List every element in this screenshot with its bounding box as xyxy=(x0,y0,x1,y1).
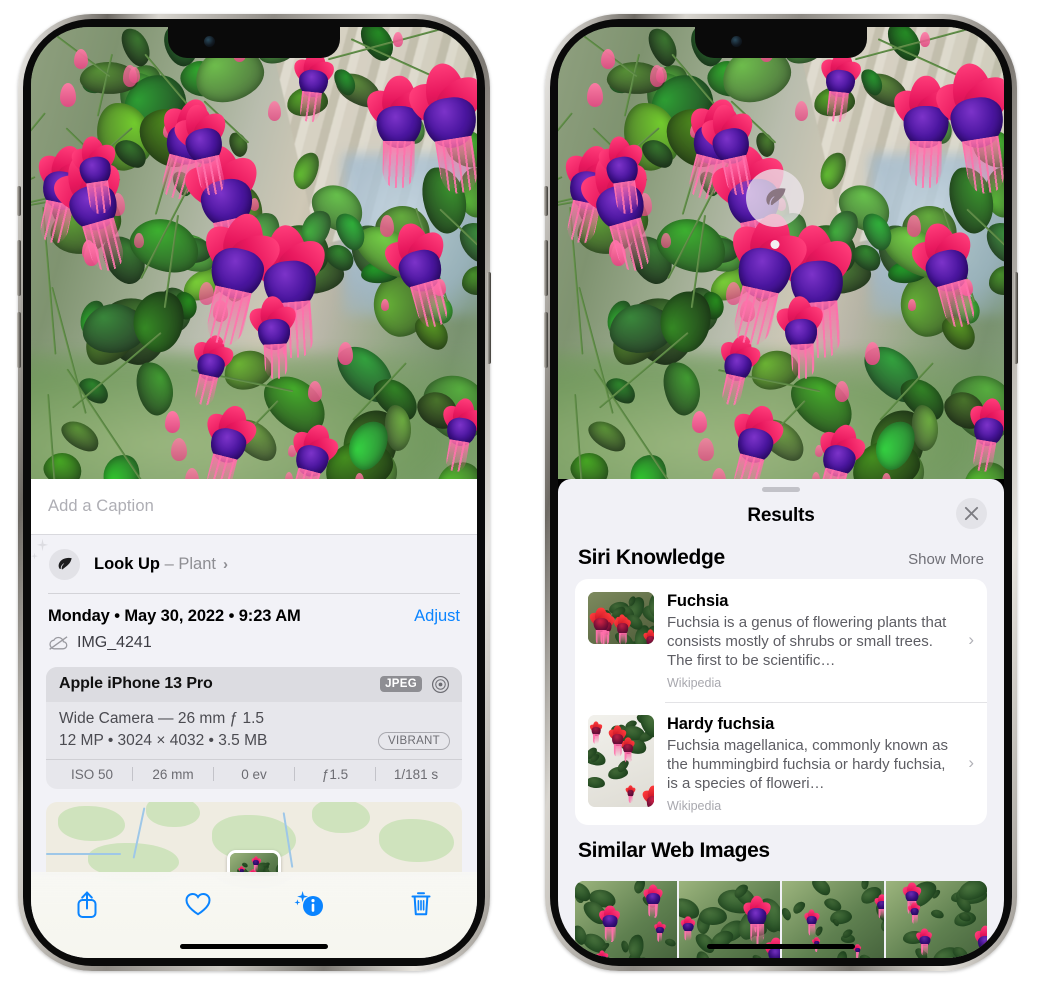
photo-viewer[interactable] xyxy=(558,27,1004,479)
photo-metadata: Monday • May 30, 2022 • 9:23 AM IMG_4241… xyxy=(31,594,477,656)
delete-button[interactable] xyxy=(394,884,448,924)
look-up-label: Look Up xyxy=(94,554,160,573)
front-camera xyxy=(204,36,215,47)
style-badge: VIBRANT xyxy=(378,731,450,750)
look-up-row[interactable]: Look Up – Plant › xyxy=(31,535,477,593)
results-sheet: Results Siri Knowledge Show More Fuchsia… xyxy=(558,479,1004,958)
notch xyxy=(168,27,340,58)
power-button[interactable] xyxy=(487,272,491,364)
left-screen: Add a Caption Look Up – Plant › Monday •… xyxy=(31,27,477,958)
results-title: Results xyxy=(747,505,815,526)
exif-stats-row: ISO 50 26 mm 0 ev ƒ1.5 1/181 s xyxy=(46,758,462,789)
photo-info-sheet: Add a Caption Look Up – Plant › Monday •… xyxy=(31,479,477,958)
bottom-toolbar xyxy=(31,872,477,958)
similar-images-header: Similar Web Images xyxy=(558,825,1004,872)
exif-stat-ev: 0 ev xyxy=(241,766,267,782)
right-screen: Results Siri Knowledge Show More Fuchsia… xyxy=(558,27,1004,958)
lens-line: Wide Camera — 26 mm ƒ 1.5 xyxy=(59,709,265,727)
exif-header: Apple iPhone 13 Pro JPEG xyxy=(46,666,462,702)
show-more-button[interactable]: Show More xyxy=(908,551,984,568)
notch xyxy=(695,27,867,58)
look-up-label-group: Look Up – Plant xyxy=(94,555,216,574)
caption-input[interactable]: Add a Caption xyxy=(48,497,154,516)
info-button[interactable] xyxy=(283,884,337,924)
look-up-dash: – xyxy=(164,554,174,573)
volume-up-button[interactable] xyxy=(17,240,21,296)
results-header: Results xyxy=(558,492,1004,540)
result-title: Hardy fuchsia xyxy=(667,715,775,734)
chevron-right-icon: › xyxy=(968,630,974,650)
badge-anchor-dot xyxy=(770,240,780,249)
similar-image-4[interactable] xyxy=(885,880,987,958)
close-button[interactable] xyxy=(956,498,987,529)
date-line: Monday • May 30, 2022 • 9:23 AM xyxy=(48,606,301,625)
siri-knowledge-header: Siri Knowledge Show More xyxy=(558,540,1004,579)
leaf-icon xyxy=(58,557,72,569)
silent-switch[interactable] xyxy=(544,186,548,216)
filename: IMG_4241 xyxy=(77,633,152,651)
share-button[interactable] xyxy=(60,884,114,924)
section-title: Similar Web Images xyxy=(578,838,770,862)
adjust-button[interactable]: Adjust xyxy=(414,607,460,626)
screenshot-root: Add a Caption Look Up – Plant › Monday •… xyxy=(0,0,1055,985)
heart-icon xyxy=(185,892,211,916)
result-thumbnail xyxy=(588,592,654,644)
format-badge: JPEG xyxy=(380,676,422,692)
look-up-subject: Plant xyxy=(178,554,216,573)
volume-up-button[interactable] xyxy=(544,240,548,296)
result-source: Wikipedia xyxy=(667,798,722,813)
sparkles-icon xyxy=(36,538,49,551)
photo-viewer[interactable] xyxy=(31,27,477,479)
knowledge-item[interactable]: Hardy fuchsia Fuchsia magellanica, commo… xyxy=(575,702,987,825)
chevron-right-icon: › xyxy=(222,555,228,573)
similar-image-1[interactable] xyxy=(575,880,677,958)
siri-knowledge-card: Fuchsia Fuchsia is a genus of flowering … xyxy=(575,579,987,825)
camera-model: Apple iPhone 13 Pro xyxy=(59,675,213,692)
sparkle-small-icon xyxy=(31,552,38,559)
power-button[interactable] xyxy=(1014,272,1018,364)
visual-lookup-badge[interactable] xyxy=(746,169,804,249)
share-icon xyxy=(77,891,97,918)
icloud-slash-icon xyxy=(49,635,68,650)
aperture-icon xyxy=(431,675,450,693)
exif-body: Wide Camera — 26 mm ƒ 1.5 12 MP • 3024 ×… xyxy=(46,702,462,759)
silent-switch[interactable] xyxy=(17,186,21,216)
home-indicator[interactable] xyxy=(180,944,328,949)
front-camera xyxy=(731,36,742,47)
exif-stat-aperture: ƒ1.5 xyxy=(321,766,349,782)
result-description: Fuchsia magellanica, commonly known as t… xyxy=(667,737,948,793)
result-source: Wikipedia xyxy=(667,675,722,690)
result-title: Fuchsia xyxy=(667,592,729,610)
info-sparkle-icon xyxy=(294,891,323,916)
chevron-right-icon: › xyxy=(968,753,974,773)
filename-row: IMG_4241 xyxy=(48,634,414,652)
favorite-button[interactable] xyxy=(171,884,225,924)
location-map[interactable] xyxy=(46,801,462,876)
knowledge-item[interactable]: Fuchsia Fuchsia is a genus of flowering … xyxy=(575,579,987,702)
result-description: Fuchsia is a genus of flowering plants t… xyxy=(667,614,947,670)
leaf-icon-container xyxy=(31,538,80,580)
section-title: Siri Knowledge xyxy=(578,546,725,569)
volume-down-button[interactable] xyxy=(17,312,21,368)
exif-stat-focal: 26 mm xyxy=(152,766,194,782)
exif-stat-shutter: 1/181 s xyxy=(393,766,439,782)
home-indicator[interactable] xyxy=(707,944,855,949)
left-phone: Add a Caption Look Up – Plant › Monday •… xyxy=(17,14,491,971)
trash-icon xyxy=(411,892,431,916)
right-phone: Results Siri Knowledge Show More Fuchsia… xyxy=(544,14,1018,971)
result-thumbnail xyxy=(588,715,654,808)
volume-down-button[interactable] xyxy=(544,312,548,368)
leaf-icon xyxy=(766,188,786,206)
exif-card: Apple iPhone 13 Pro JPEG Wide Camera — 2… xyxy=(46,666,462,789)
exif-stat-iso: ISO 50 xyxy=(70,766,114,782)
close-icon xyxy=(964,506,979,521)
caption-row[interactable]: Add a Caption xyxy=(31,479,477,535)
